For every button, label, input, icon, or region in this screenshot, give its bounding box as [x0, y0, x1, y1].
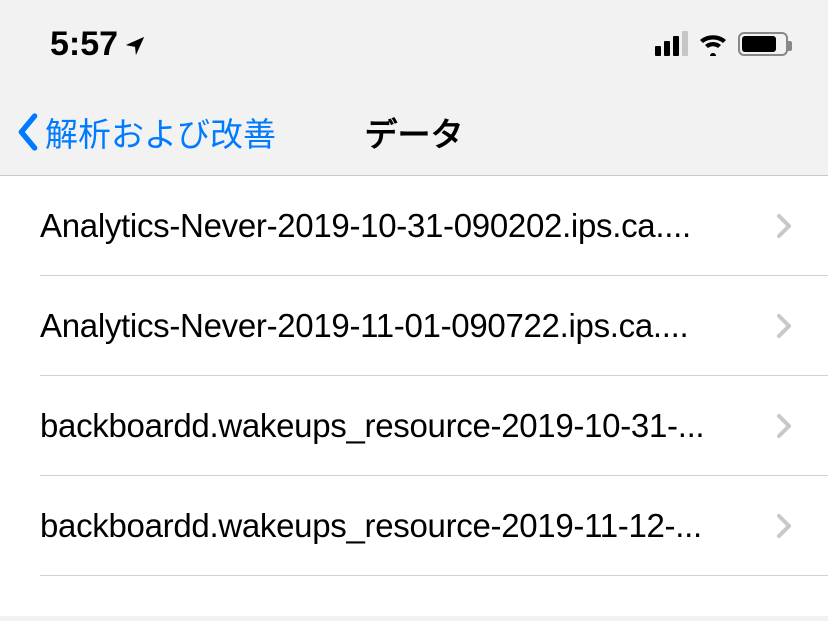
chevron-left-icon: [14, 112, 42, 152]
analytics-file-list: Analytics-Never-2019-10-31-090202.ips.ca…: [0, 176, 828, 576]
location-icon: [124, 35, 146, 57]
partial-next-row: [0, 576, 828, 616]
back-label: 解析および改善: [45, 108, 276, 156]
list-item-label: backboardd.wakeups_resource-2019-10-31-.…: [40, 407, 760, 445]
status-time: 5:57: [50, 25, 118, 64]
status-bar: 5:57: [0, 0, 828, 88]
status-time-area: 5:57: [50, 25, 146, 64]
list-item-label: Analytics-Never-2019-11-01-090722.ips.ca…: [40, 307, 760, 345]
chevron-right-icon: [776, 413, 792, 439]
list-item[interactable]: backboardd.wakeups_resource-2019-11-12-.…: [0, 476, 828, 576]
list-item[interactable]: backboardd.wakeups_resource-2019-10-31-.…: [0, 376, 828, 476]
list-item-label: Analytics-Never-2019-10-31-090202.ips.ca…: [40, 207, 760, 245]
battery-icon: [738, 32, 788, 56]
back-button[interactable]: 解析および改善: [14, 108, 276, 156]
chevron-right-icon: [776, 313, 792, 339]
list-item[interactable]: Analytics-Never-2019-11-01-090722.ips.ca…: [0, 276, 828, 376]
page-title: データ: [365, 108, 464, 156]
list-item[interactable]: Analytics-Never-2019-10-31-090202.ips.ca…: [0, 176, 828, 276]
status-indicators: [655, 32, 788, 56]
navigation-bar: 解析および改善 データ: [0, 88, 828, 176]
cellular-signal-icon: [655, 32, 688, 56]
chevron-right-icon: [776, 213, 792, 239]
wifi-icon: [698, 32, 728, 56]
chevron-right-icon: [776, 513, 792, 539]
list-item-label: backboardd.wakeups_resource-2019-11-12-.…: [40, 507, 760, 545]
